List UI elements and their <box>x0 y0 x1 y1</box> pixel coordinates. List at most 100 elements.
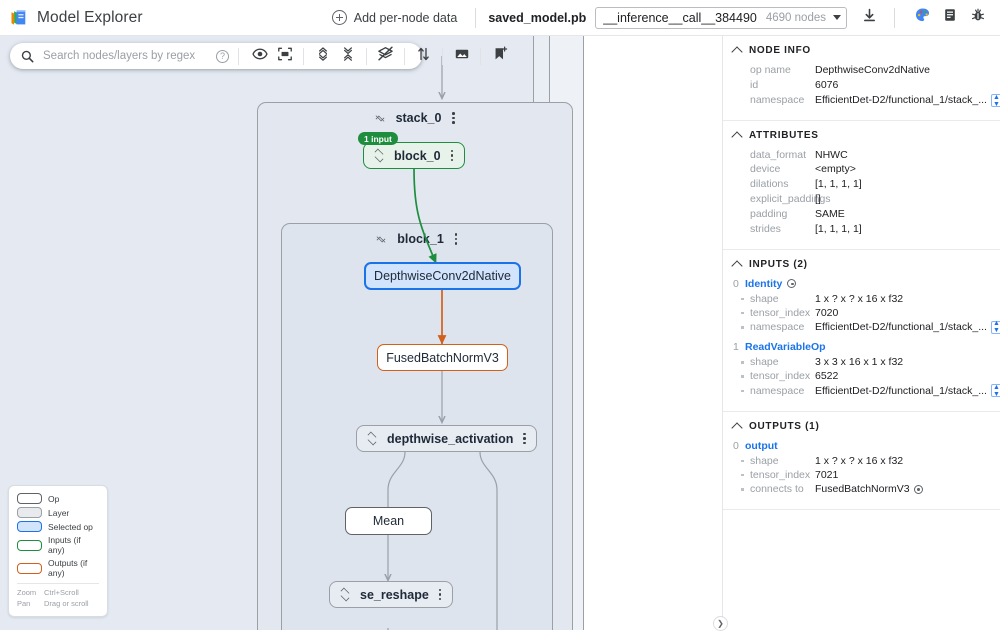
input-1-key-shape: shape <box>733 355 815 369</box>
collapse-all-layers-button[interactable] <box>335 44 360 68</box>
expand-arrows-icon[interactable] <box>373 149 384 162</box>
output-0-value-connects-to: FusedBatchNormV3 <box>815 482 910 496</box>
node-depthwise_activation[interactable]: depthwise_activation <box>356 425 537 452</box>
bug-report-icon <box>970 7 986 28</box>
chevron-down-icon <box>833 15 841 20</box>
node-se_reshape[interactable]: se_reshape <box>329 581 453 608</box>
section-outputs-header[interactable]: OUTPUTS (1) <box>733 421 990 432</box>
legend-hint-pan: Pan Drag or scroll <box>17 599 99 610</box>
locate-node-icon[interactable] <box>914 485 923 494</box>
input-0-key-shape: shape <box>733 292 815 306</box>
input-item-1-name-link[interactable]: ReadVariableOp <box>745 341 826 353</box>
toolbar-divider-4 <box>404 48 405 65</box>
expand-arrows-icon[interactable] <box>339 588 350 601</box>
attribute-key-explicit-paddings: explicit_paddings <box>733 193 815 207</box>
output-0-value-shape: 1 x ? x ? x 16 x f32 <box>815 454 903 468</box>
node-depthwise_activation-label: depthwise_activation <box>387 432 513 446</box>
attribute-value-device: <empty> <box>815 163 856 177</box>
chevron-right-icon[interactable]: ❯ <box>713 616 728 631</box>
output-item-0: 0 output shape 1 x ? x ? x 16 x f32 tens… <box>733 440 990 497</box>
chevron-up-icon <box>731 260 742 271</box>
expand-namespace-icon[interactable]: ▲▼ <box>991 94 1000 107</box>
legend-row-outputs: Outputs (if any) <box>17 558 99 578</box>
expand-all-layers-icon <box>316 46 330 67</box>
circle-plus-icon <box>332 10 347 25</box>
section-inputs-header[interactable]: INPUTS (2) <box>733 259 990 270</box>
stacked-layers-logo-icon <box>9 8 28 27</box>
legend-row-inputs: Inputs (if any) <box>17 535 99 555</box>
toolbar-divider-3 <box>366 48 367 65</box>
node-block_0[interactable]: 1 input block_0 <box>363 142 465 169</box>
fit-to-screen-button[interactable] <box>272 44 297 68</box>
output-0-row-tensor-index: tensor_index 7021 <box>733 468 990 482</box>
help-circle-icon[interactable]: ? <box>216 50 229 63</box>
input-0-key-tensor-index: tensor_index <box>733 306 815 320</box>
expand-arrows-icon[interactable] <box>366 432 377 445</box>
graph-node-count: 4690 nodes <box>766 12 826 24</box>
locate-node-icon[interactable] <box>787 279 796 288</box>
output-0-key-tensor-index: tensor_index <box>733 468 815 482</box>
search-icon <box>21 50 34 63</box>
input-item-0-name: Identity <box>745 278 782 290</box>
notes-button[interactable] <box>937 5 963 31</box>
output-0-key-connects-to: connects to <box>733 482 815 496</box>
search-toolbar: ? <box>10 43 422 69</box>
legend-swatch-selected-op <box>17 521 42 532</box>
hide-artificial-layers-button[interactable] <box>373 44 398 68</box>
expand-namespace-icon[interactable]: ▲▼ <box>991 384 1000 397</box>
node-Mean[interactable]: Mean <box>345 507 432 535</box>
collapse-all-layers-icon <box>341 46 355 67</box>
input-0-row-namespace: namespace EfficientDet-D2/functional_1/s… <box>733 320 990 334</box>
attribute-value-data-format: NHWC <box>815 149 848 163</box>
node-info-row-op-name: op name DepthwiseConv2dNative <box>733 64 990 79</box>
output-item-0-name-link[interactable]: output <box>745 440 778 452</box>
more-vert-icon[interactable] <box>451 149 455 163</box>
toggle-visibility-button[interactable] <box>247 44 272 68</box>
node-se_reshape-label: se_reshape <box>360 588 429 602</box>
section-node-info: NODE INFO op name DepthwiseConv2dNative … <box>723 36 1000 121</box>
toolbar-divider-1 <box>238 48 239 65</box>
node-info-row-id: id 6076 <box>733 79 990 94</box>
toolbar-divider-5 <box>442 48 443 65</box>
expand-namespace-icon[interactable]: ▲▼ <box>991 321 1000 334</box>
legend-row-op: Op <box>17 493 99 504</box>
node-info-value-namespace: EfficientDet-D2/functional_1/stack_... <box>815 94 987 108</box>
chevron-up-icon <box>731 131 742 142</box>
download-image-icon <box>454 46 470 67</box>
input-1-key-tensor-index: tensor_index <box>733 369 815 383</box>
toolbar-divider-6 <box>480 48 481 65</box>
expand-all-layers-button[interactable] <box>310 44 335 68</box>
bookmark-button[interactable] <box>487 44 512 68</box>
more-vert-icon[interactable] <box>523 432 527 446</box>
graph-canvas[interactable]: stack_0 block_1 1 input block_0 <box>0 36 722 630</box>
graph-selector[interactable]: __inference__call__384490 4690 nodes <box>595 7 847 29</box>
search-input[interactable] <box>41 49 206 63</box>
document-list-icon <box>942 7 958 28</box>
add-per-node-data-label: Add per-node data <box>354 11 458 25</box>
legend-hint-pan-key: Pan <box>17 599 38 610</box>
section-attributes: ATTRIBUTES data_format NHWC device <empt… <box>723 121 1000 250</box>
input-1-key-namespace: namespace <box>733 384 815 398</box>
legend-hint-zoom: Zoom Ctrl+Scroll <box>17 588 99 599</box>
node-info-row-namespace: namespace EfficientDet-D2/functional_1/s… <box>733 94 990 109</box>
trace-inputs-outputs-button[interactable] <box>411 44 436 68</box>
more-vert-icon[interactable] <box>439 588 443 602</box>
input-0-row-tensor-index: tensor_index 7020 <box>733 306 990 320</box>
app-header: Model Explorer Add per-node data saved_m… <box>0 0 1000 36</box>
add-per-node-data-button[interactable]: Add per-node data <box>326 7 464 28</box>
attribute-value-padding: SAME <box>815 208 845 222</box>
graph-legend: Op Layer Selected op Inputs (if any) Out… <box>8 485 108 617</box>
input-item-0-name-link[interactable]: Identity <box>745 278 796 290</box>
color-palette-button[interactable] <box>909 5 935 31</box>
graph-edges <box>0 36 722 630</box>
node-DepthwiseConv2dNative[interactable]: DepthwiseConv2dNative <box>364 262 521 290</box>
download-image-button[interactable] <box>449 44 474 68</box>
node-info-value-op-name: DepthwiseConv2dNative <box>815 64 930 78</box>
node-FusedBatchNormV3[interactable]: FusedBatchNormV3 <box>377 344 508 371</box>
section-attributes-header[interactable]: ATTRIBUTES <box>733 130 990 141</box>
input-0-value-shape: 1 x ? x ? x 16 x f32 <box>815 292 903 306</box>
node-info-key-namespace: namespace <box>733 94 815 108</box>
section-node-info-header[interactable]: NODE INFO <box>733 45 990 56</box>
bug-report-button[interactable] <box>965 5 991 31</box>
download-button[interactable] <box>856 5 882 31</box>
